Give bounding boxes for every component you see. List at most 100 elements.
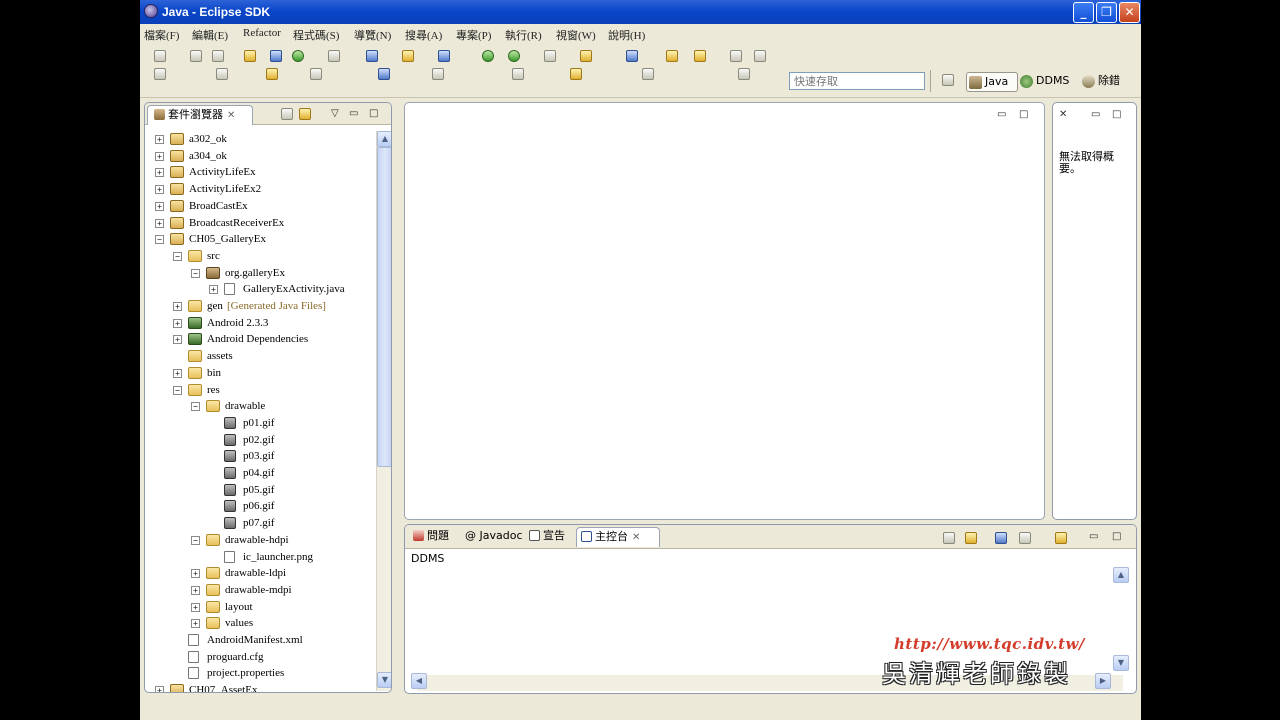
tree-item[interactable]: ic_launcher.png xyxy=(145,549,373,565)
new-java-class-icon[interactable] xyxy=(154,68,166,80)
tree-item[interactable]: p02.gif xyxy=(145,432,373,448)
expand-icon[interactable]: + xyxy=(155,201,164,211)
display-selected-console-icon[interactable] xyxy=(1019,532,1031,544)
word-wrap-icon[interactable] xyxy=(642,68,654,80)
console-scroll-right-icon[interactable]: ▶ xyxy=(1095,673,1111,689)
new-package-icon[interactable] xyxy=(216,68,228,80)
perspective-java[interactable]: Java xyxy=(966,72,1018,92)
expand-icon[interactable]: + xyxy=(191,619,200,629)
collapse-icon[interactable]: − xyxy=(173,385,182,395)
menu-source[interactable]: 程式碼(S) xyxy=(293,27,339,43)
pin-console-icon[interactable] xyxy=(995,532,1007,544)
collapse-icon[interactable]: − xyxy=(173,251,182,261)
tree-item[interactable]: + ActivityLifeEx xyxy=(145,164,373,180)
close-console-tab-icon[interactable]: ✕ xyxy=(632,532,640,543)
restore-button[interactable]: ❐ xyxy=(1096,2,1117,23)
menu-project[interactable]: 專案(P) xyxy=(456,27,491,43)
tab-javadoc[interactable]: @ Javadoc xyxy=(461,527,525,547)
open-task-icon[interactable] xyxy=(266,68,278,80)
eclipse-app-icon[interactable] xyxy=(144,4,158,18)
view-menu-icon[interactable]: ▽ xyxy=(331,108,339,119)
console-maximize-icon[interactable]: □ xyxy=(1112,531,1121,542)
tree-item[interactable]: + values xyxy=(145,615,373,631)
debug-icon[interactable] xyxy=(482,50,494,62)
new-icon[interactable] xyxy=(154,50,166,62)
tree-item[interactable]: − drawable-hdpi xyxy=(145,532,373,548)
expand-icon[interactable]: + xyxy=(155,185,164,195)
run-icon[interactable] xyxy=(508,50,520,62)
tree-item[interactable]: assets xyxy=(145,348,373,364)
lint-check-icon[interactable] xyxy=(328,50,340,62)
previous-annotation-icon[interactable] xyxy=(694,50,706,62)
tree-item[interactable]: + GalleryExActivity.java xyxy=(145,281,373,297)
quick-access-input[interactable] xyxy=(789,72,925,90)
open-resource-icon[interactable] xyxy=(626,50,638,62)
editor-maximize-icon[interactable]: □ xyxy=(1019,109,1028,120)
tree-item[interactable]: project.properties xyxy=(145,665,373,681)
tree-item[interactable]: proguard.cfg xyxy=(145,649,373,665)
minimize-button[interactable]: _ xyxy=(1073,2,1094,23)
collapse-icon[interactable]: − xyxy=(191,535,200,545)
console-scroll-down-icon[interactable]: ▼ xyxy=(1113,655,1129,671)
new-android-project-icon[interactable] xyxy=(366,50,378,62)
tree-item[interactable]: + BroadcastReceiverEx xyxy=(145,215,373,231)
scroll-thumb[interactable] xyxy=(377,147,391,467)
menu-navigate[interactable]: 導覽(N) xyxy=(354,27,391,43)
expand-icon[interactable]: + xyxy=(173,302,182,311)
console-scroll-up-icon[interactable]: ▲ xyxy=(1113,567,1129,583)
print-icon[interactable] xyxy=(244,50,256,62)
tree-item[interactable]: + BroadCastEx xyxy=(145,198,373,214)
show-whitespace-icon[interactable] xyxy=(432,68,444,80)
expand-icon[interactable]: + xyxy=(173,368,182,378)
tree-item[interactable]: p07.gif xyxy=(145,515,373,531)
search-icon[interactable] xyxy=(544,50,556,62)
tree-item[interactable]: − org.galleryEx xyxy=(145,265,373,281)
expand-icon[interactable]: + xyxy=(173,318,182,328)
close-tab-icon[interactable]: ✕ xyxy=(227,110,235,121)
tab-declaration[interactable]: 宣告 xyxy=(525,527,575,547)
scroll-down-icon[interactable]: ▼ xyxy=(377,672,391,688)
expand-icon[interactable]: + xyxy=(155,168,164,178)
menu-help[interactable]: 說明(H) xyxy=(608,27,645,43)
scroll-lock-icon[interactable] xyxy=(965,532,977,544)
tree-item[interactable]: + CH07_AssetEx xyxy=(145,682,373,692)
tab-problems[interactable]: 問題 xyxy=(409,527,459,547)
collapse-all-icon[interactable] xyxy=(281,108,293,120)
link-with-editor-icon[interactable] xyxy=(299,108,311,120)
editor-minimize-icon[interactable]: ▭ xyxy=(997,109,1006,120)
expand-icon[interactable]: + xyxy=(191,569,200,579)
tree-item[interactable]: − drawable xyxy=(145,398,373,414)
editor-area[interactable]: ▭ □ xyxy=(404,102,1045,520)
menu-file[interactable]: 檔案(F) xyxy=(144,27,179,43)
expand-icon[interactable]: + xyxy=(191,602,200,612)
tree-item[interactable]: + layout xyxy=(145,599,373,615)
tree-item[interactable]: − CH05_GalleryEx xyxy=(145,231,373,247)
console-minimize-icon[interactable]: ▭ xyxy=(1089,531,1098,542)
menu-edit[interactable]: 編輯(E) xyxy=(192,27,228,43)
last-edit-location-icon[interactable] xyxy=(512,68,524,80)
tree-item[interactable]: + drawable-ldpi xyxy=(145,565,373,581)
tree-vertical-scrollbar[interactable]: ▲ ▼ xyxy=(376,131,391,691)
clear-console-icon[interactable] xyxy=(943,532,955,544)
external-tools-icon[interactable] xyxy=(580,50,592,62)
tree-item[interactable]: + gen [Generated Java Files] xyxy=(145,298,373,314)
open-type-icon[interactable] xyxy=(438,50,450,62)
tree-item[interactable]: p06.gif xyxy=(145,498,373,514)
build-icon[interactable] xyxy=(402,50,414,62)
tree-item[interactable]: p05.gif xyxy=(145,482,373,498)
collapse-icon[interactable]: − xyxy=(191,268,200,278)
expand-icon[interactable]: + xyxy=(155,135,164,144)
next-annotation-icon[interactable] xyxy=(666,50,678,62)
block-selection-icon[interactable] xyxy=(738,68,750,80)
collapse-icon[interactable]: − xyxy=(155,235,164,245)
expand-icon[interactable]: + xyxy=(155,218,164,228)
console-scroll-left-icon[interactable]: ◀ xyxy=(411,673,427,689)
tree-item[interactable]: + Android Dependencies xyxy=(145,331,373,347)
tab-console[interactable]: 主控台 ✕ xyxy=(576,527,660,547)
mark-occurrences-icon[interactable] xyxy=(378,68,390,80)
maximize-view-icon[interactable]: □ xyxy=(369,108,378,119)
android-avd-manager-icon[interactable] xyxy=(292,50,304,62)
close-button[interactable]: ✕ xyxy=(1119,2,1140,23)
tree-item[interactable]: p04.gif xyxy=(145,465,373,481)
tree-item[interactable]: + bin xyxy=(145,365,373,381)
